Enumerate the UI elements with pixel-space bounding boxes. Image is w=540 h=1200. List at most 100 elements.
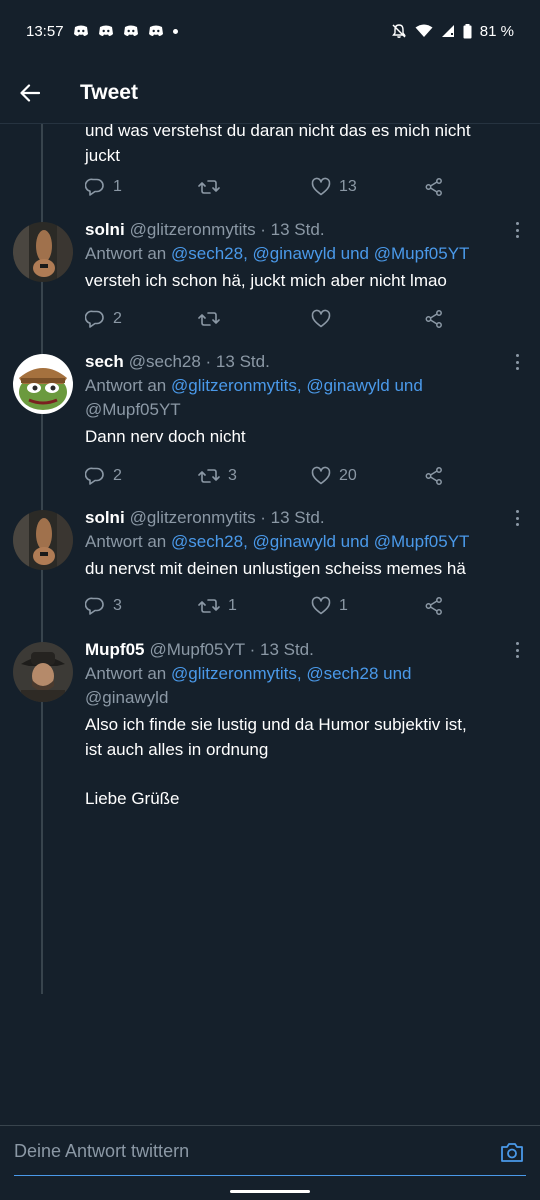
author-meta: @Mupf05YT · 13 Std. — [149, 640, 314, 659]
retweet-icon — [198, 599, 220, 613]
share-button[interactable] — [424, 596, 444, 616]
retweet-icon — [198, 312, 220, 326]
like-count: 1 — [339, 597, 348, 614]
tweet[interactable]: solni @glitzeronmytits · 13 Std. Antwort … — [0, 218, 540, 348]
retweet-button[interactable] — [198, 177, 228, 197]
share-button[interactable] — [424, 466, 444, 486]
reply-compose-bar[interactable]: Deine Antwort twittern — [0, 1125, 540, 1177]
retweet-count: 3 — [228, 467, 237, 484]
tweet-text: Dann nerv doch nicht — [85, 427, 246, 446]
share-icon — [425, 467, 442, 485]
mention-link[interactable]: @sech28, @ginawyld und @Mupf05YT — [171, 244, 469, 263]
avatar[interactable] — [13, 642, 73, 702]
camera-icon — [501, 1142, 523, 1162]
reply-icon — [85, 178, 104, 196]
author-name[interactable]: solni — [85, 506, 125, 530]
mention-link[interactable]: @Mupf05YT — [85, 398, 510, 422]
reply-input[interactable]: Deine Antwort twittern — [14, 1141, 498, 1162]
reply-button[interactable]: 3 — [85, 596, 122, 616]
tweet-actions — [85, 948, 455, 972]
retweet-count: 1 — [228, 597, 237, 614]
reply-icon — [85, 467, 104, 485]
share-button[interactable] — [424, 177, 444, 197]
app-bar: Tweet — [0, 62, 540, 124]
back-button[interactable] — [0, 62, 60, 124]
camera-button[interactable] — [498, 1138, 526, 1166]
author-name[interactable]: sech — [85, 350, 124, 374]
mention-link[interactable]: @glitzeronmytits, @sech28 und — [171, 664, 412, 683]
tweet-thread[interactable]: und was verstehst du daran nicht das es … — [0, 124, 540, 1124]
reply-count: 1 — [113, 178, 122, 195]
tweet-text-line: ist auch alles in ordnung — [85, 740, 269, 759]
tweet-text-line: juckt — [85, 146, 120, 165]
tweet[interactable]: sech @sech28 · 13 Std. Antwort an @glitze… — [0, 350, 540, 505]
tweet-actions: 2 — [85, 307, 455, 331]
more-options-button[interactable] — [512, 220, 522, 240]
page-title: Tweet — [80, 80, 138, 104]
reply-icon — [85, 597, 104, 615]
heart-icon — [311, 177, 331, 196]
reply-to: Antwort an @sech28, @ginawyld und @Mupf0… — [85, 532, 470, 551]
author-name[interactable]: Mupf05 — [85, 638, 145, 662]
share-button[interactable] — [424, 309, 444, 329]
tweet-actions: 1 13 — [85, 175, 455, 199]
retweet-icon — [198, 469, 220, 483]
wifi-icon — [415, 24, 433, 37]
retweet-button[interactable]: 3 — [198, 466, 237, 486]
share-icon — [425, 310, 442, 328]
mention-link[interactable]: @glitzeronmytits, @ginawyld und — [171, 376, 423, 395]
mention-link[interactable]: @ginawyld — [85, 686, 510, 710]
tweet[interactable]: Mupf05 @Mupf05YT · 13 Std. Antwort an @gl… — [0, 638, 540, 868]
battery-icon — [463, 23, 472, 38]
input-underline — [14, 1175, 526, 1176]
avatar[interactable] — [13, 354, 73, 414]
more-options-button[interactable] — [512, 352, 522, 372]
tweet-text-line: Also ich finde sie lustig und da Humor s… — [85, 715, 467, 734]
heart-icon — [311, 466, 331, 485]
reply-count: 3 — [113, 597, 122, 614]
reply-to: Antwort an @sech28, @ginawyld und @Mupf0… — [85, 244, 470, 263]
author-meta: @glitzeronmytits · 13 Std. — [129, 220, 325, 239]
more-options-button[interactable] — [512, 640, 522, 660]
back-arrow-icon — [20, 83, 40, 102]
share-icon — [425, 597, 442, 615]
author-meta: @sech28 · 13 Std. — [128, 352, 270, 371]
reply-count: 2 — [113, 310, 122, 327]
like-button[interactable]: 1 — [311, 596, 348, 616]
tweet-text: versteh ich schon hä, juckt mich aber ni… — [85, 271, 447, 290]
tweet-text-line: und was verstehst du daran nicht das es … — [85, 124, 471, 140]
like-count: 13 — [339, 178, 357, 195]
mention-link[interactable]: @sech28, @ginawyld und @Mupf05YT — [171, 532, 469, 551]
discord-icon — [148, 25, 163, 36]
reply-count: 2 — [113, 467, 122, 484]
like-button[interactable]: 20 — [311, 466, 357, 486]
reply-button[interactable]: 2 — [85, 309, 122, 329]
status-bar: 13:57 81 % — [0, 0, 540, 62]
tweet-text: du nervst mit deinen unlustigen scheiss … — [85, 559, 466, 578]
discord-icon — [98, 25, 113, 36]
like-button[interactable]: 13 — [311, 177, 357, 197]
tweet[interactable]: solni @glitzeronmytits · 13 Std. Antwort … — [0, 506, 540, 636]
signal-icon — [441, 25, 454, 37]
heart-icon — [311, 596, 331, 615]
retweet-button[interactable] — [198, 309, 228, 329]
share-icon — [425, 178, 442, 196]
discord-icon — [73, 25, 88, 36]
like-button[interactable] — [311, 309, 339, 329]
avatar[interactable] — [13, 222, 73, 282]
battery-percentage: 81 % — [479, 22, 514, 40]
tweet-actions: 3 1 1 — [85, 594, 455, 618]
author-name[interactable]: solni — [85, 218, 125, 242]
tweet-actions: 2 3 20 — [85, 464, 455, 488]
more-notifications-dot — [172, 28, 178, 34]
home-indicator — [230, 1190, 310, 1193]
more-options-button[interactable] — [512, 508, 522, 528]
retweet-button[interactable]: 1 — [198, 596, 237, 616]
status-time: 13:57 — [26, 22, 64, 40]
retweet-icon — [198, 180, 220, 194]
avatar[interactable] — [13, 510, 73, 570]
tweet-text-blank-line — [85, 762, 510, 786]
reply-button[interactable]: 2 — [85, 466, 122, 486]
author-meta: @glitzeronmytits · 13 Std. — [129, 508, 325, 527]
reply-button[interactable]: 1 — [85, 177, 122, 197]
